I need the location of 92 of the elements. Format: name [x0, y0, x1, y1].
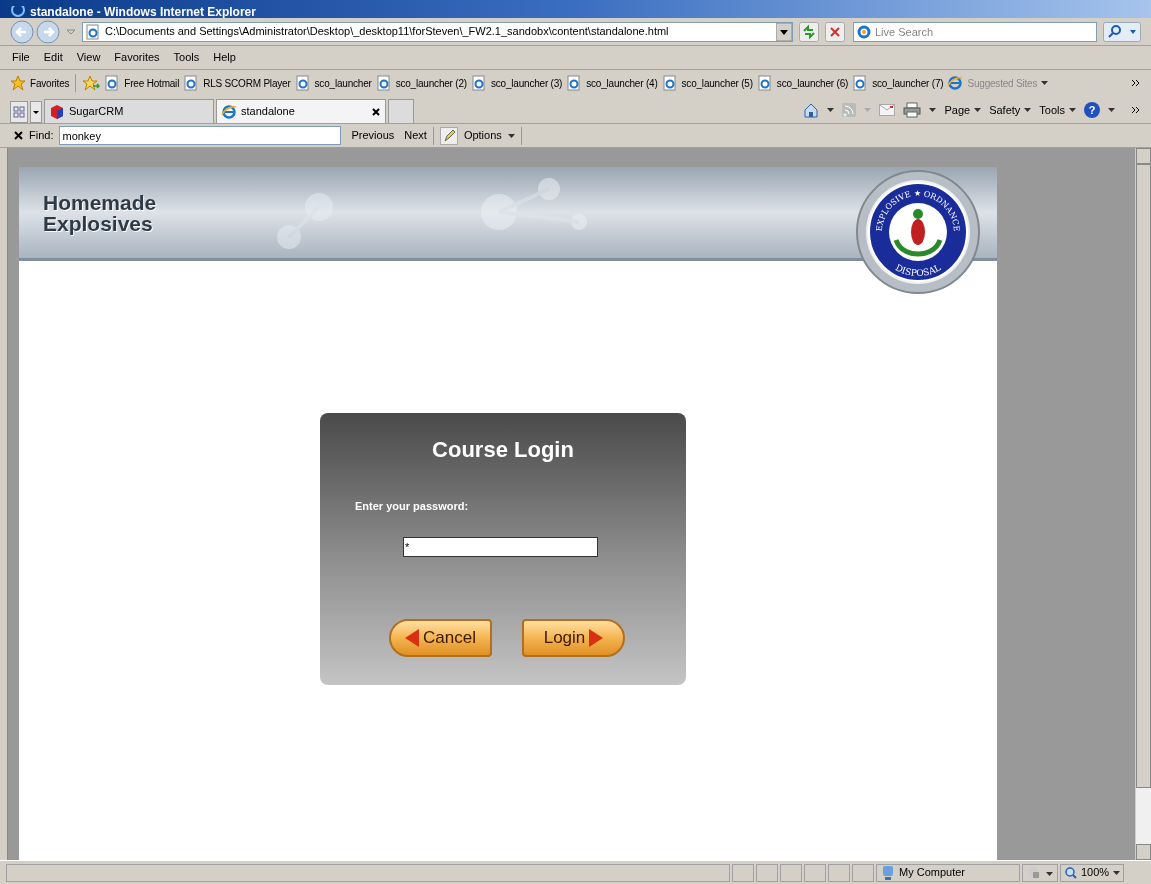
dropdown-button[interactable] — [776, 22, 792, 41]
find-button[interactable]: Previous — [351, 127, 395, 144]
page-icon — [661, 75, 678, 91]
command-menu[interactable]: Page — [944, 101, 982, 119]
security-zone: My Computer — [899, 865, 966, 881]
find-label: Find: — [29, 128, 54, 144]
page-icon — [756, 75, 773, 91]
menu-item[interactable]: File — [12, 49, 30, 66]
home-icon[interactable] — [803, 102, 820, 118]
password-label: Enter your password: — [355, 499, 470, 514]
search-field[interactable]: Live Search — [853, 21, 1097, 42]
password-field[interactable]: * — [403, 536, 598, 557]
page-icon — [375, 75, 392, 91]
highlighter-button[interactable] — [439, 126, 458, 145]
status-pane — [732, 863, 754, 882]
login-title: Course Login — [431, 436, 575, 464]
menu-item[interactable]: Tools — [173, 49, 200, 66]
scrollbar[interactable] — [1135, 148, 1151, 860]
caret-icon — [974, 108, 982, 112]
command-menu[interactable]: Safety — [989, 101, 1032, 119]
caret-icon — [1113, 870, 1121, 875]
favorite-link[interactable]: sco_launcher — [314, 75, 372, 91]
tab-list-button[interactable] — [30, 101, 42, 123]
status-pane — [756, 863, 778, 882]
find-button[interactable]: Next — [404, 127, 427, 144]
triangle-icon — [589, 628, 604, 647]
forward-button[interactable] — [36, 19, 60, 44]
favorite-link[interactable]: sco_launcher (4) — [586, 75, 658, 91]
window-title: standalone - Windows Internet Explorer — [30, 6, 256, 18]
status-pane — [780, 863, 802, 882]
overflow-icon[interactable] — [1131, 106, 1141, 114]
zoom-icon — [1065, 866, 1077, 879]
banner-title: Explosives — [43, 212, 153, 234]
favorite-link[interactable]: sco_launcher (7) — [872, 75, 944, 91]
caret-icon — [507, 133, 515, 138]
menu-item[interactable]: Help — [213, 49, 236, 66]
page-icon — [470, 75, 487, 91]
favorite-link[interactable]: sco_launcher (2) — [395, 75, 467, 91]
caret-icon[interactable] — [929, 108, 937, 112]
status-pane — [852, 863, 874, 882]
refresh-button[interactable] — [799, 21, 819, 42]
login-button[interactable]: Cancel — [389, 618, 492, 657]
triangle-icon — [405, 628, 420, 647]
app-icon — [10, 6, 26, 18]
close-icon[interactable] — [14, 131, 23, 140]
back-button[interactable] — [10, 19, 34, 44]
zoom-button[interactable]: 100% — [1060, 863, 1124, 882]
page-icon — [852, 75, 869, 91]
page-icon — [294, 75, 311, 91]
computer-icon — [881, 864, 895, 881]
favorite-link[interactable]: sco_launcher (3) — [490, 75, 563, 91]
login-button[interactable]: Login — [522, 618, 625, 657]
search-button[interactable] — [1103, 21, 1141, 42]
stop-button[interactable] — [825, 21, 845, 42]
find-field[interactable]: monkey — [59, 126, 342, 145]
search-provider-icon — [856, 23, 872, 40]
printer-icon[interactable] — [903, 102, 922, 118]
caret-icon — [1069, 108, 1076, 112]
caret-icon — [1024, 108, 1032, 112]
page-icon — [566, 75, 583, 91]
caret-icon[interactable] — [827, 108, 835, 112]
menu-item[interactable]: Edit — [43, 49, 63, 66]
cube-icon — [49, 103, 65, 120]
command-menu[interactable]: Tools — [1039, 101, 1076, 119]
favorite-link[interactable]: RLS SCORM Player — [203, 75, 291, 91]
caret-icon[interactable] — [1108, 108, 1115, 112]
favorite-link[interactable]: Free Hotmail — [124, 75, 180, 91]
page-icon — [183, 75, 200, 91]
favorite-link[interactable]: sco_launcher (5) — [681, 75, 753, 91]
banner-title: Homemade — [43, 191, 157, 213]
menu-item[interactable]: View — [76, 49, 101, 66]
favorites-button[interactable]: Favorites — [30, 75, 70, 91]
mail-icon[interactable] — [879, 104, 896, 116]
overflow-icon[interactable] — [1131, 79, 1141, 87]
status-pane — [804, 863, 826, 882]
address-field[interactable]: C:\Documents and Settings\Administrator\Desktop\_desktop11\forSteven\_FW2.1_sandobx\content\standalone.html — [82, 21, 793, 42]
browser-icon — [947, 75, 964, 91]
page-icon — [104, 75, 121, 91]
status-pane — [828, 863, 850, 882]
star-icon — [10, 75, 26, 91]
help-button[interactable]: ? — [1084, 102, 1100, 118]
browser-tab[interactable]: standalone — [216, 99, 386, 123]
close-icon[interactable] — [371, 106, 381, 117]
page-icon — [85, 23, 101, 40]
browser-icon — [221, 103, 237, 120]
menu-item[interactable]: Favorites — [114, 49, 160, 66]
add-favorite-icon[interactable] — [82, 75, 101, 91]
browser-tab[interactable]: SugarCRM — [44, 99, 214, 123]
favorite-link[interactable]: sco_launcher (6) — [776, 75, 849, 91]
caret-icon — [1041, 81, 1049, 85]
options-menu[interactable]: Options — [463, 127, 515, 144]
protected-mode-button[interactable] — [1022, 863, 1058, 882]
